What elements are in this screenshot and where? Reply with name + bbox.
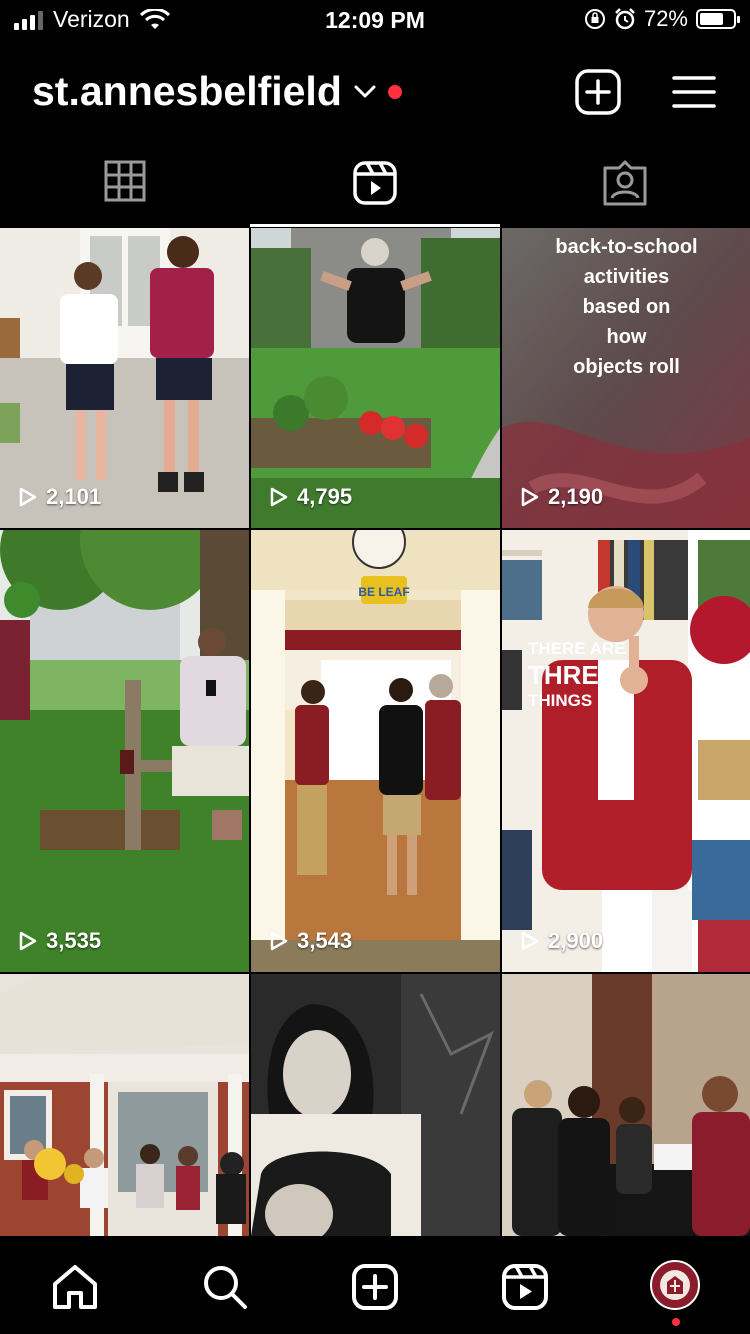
reel-tile[interactable]: back-to-school activities based on how o… [502, 228, 750, 528]
create-post-button[interactable] [574, 68, 622, 116]
reel-thumbnail [502, 974, 750, 1236]
status-right: 72% [584, 6, 740, 32]
reel-thumbnail [502, 530, 750, 972]
tab-grid[interactable] [0, 160, 250, 226]
sign-text: BE LEAF [358, 585, 409, 599]
reel-tile[interactable]: THERE ARE THREE THINGS FOR 2,900 [502, 530, 750, 972]
reels-tab-icon [353, 161, 397, 205]
reel-tile[interactable]: 2,101 [0, 228, 249, 528]
notification-dot [387, 84, 402, 99]
play-icon [270, 931, 288, 951]
account-switcher[interactable]: st.annesbelfield [32, 68, 402, 115]
reel-tile[interactable] [251, 974, 500, 1236]
search-icon[interactable] [200, 1262, 250, 1312]
profile-notification-dot [672, 1318, 680, 1326]
play-icon [19, 931, 37, 951]
chevron-down-icon [354, 85, 376, 97]
menu-button[interactable] [670, 68, 718, 116]
view-count: 4,795 [269, 484, 352, 510]
reel-thumbnail [0, 228, 249, 528]
tagged-icon [603, 160, 647, 206]
reels-grid: 2,101 4,795 back-to-school activities ba… [0, 228, 750, 1236]
create-icon[interactable] [350, 1262, 400, 1312]
reel-tile[interactable]: 3,535 [0, 530, 249, 972]
reel-caption-overlay: back-to-school activities based on how o… [555, 236, 698, 378]
school-logo-icon [660, 1270, 690, 1300]
reels-icon[interactable] [500, 1262, 550, 1312]
reel-tile[interactable] [502, 974, 750, 1236]
alarm-icon [615, 8, 635, 30]
battery-percent: 72% [643, 6, 688, 31]
reel-thumbnail [0, 530, 249, 972]
profile-tabs [0, 160, 750, 226]
play-icon [521, 487, 539, 507]
active-tab-indicator [250, 224, 500, 227]
view-count: 3,543 [269, 928, 352, 954]
bottom-nav [0, 1236, 750, 1334]
orientation-lock-icon [584, 9, 605, 29]
grid-icon [104, 160, 146, 202]
reel-tile[interactable] [0, 974, 249, 1236]
play-icon [521, 931, 539, 951]
reel-thumbnail: BE LEAF [251, 530, 500, 972]
reel-tile[interactable]: 4,795 [251, 228, 500, 528]
reel-tile[interactable]: BE LEAF 3,543 [251, 530, 500, 972]
reel-thumbnail [0, 974, 249, 1236]
home-icon[interactable] [50, 1262, 100, 1312]
view-count: 2,190 [520, 484, 603, 510]
view-count: 3,535 [18, 928, 101, 954]
reel-thumbnail [251, 228, 500, 528]
profile-avatar[interactable] [650, 1260, 700, 1310]
reel-caption-overlay: THERE ARE THREE THINGS FOR [528, 639, 633, 710]
tab-tagged[interactable] [500, 160, 750, 226]
username-label: st.annesbelfield [32, 68, 342, 114]
view-count: 2,900 [520, 928, 603, 954]
profile-header: st.annesbelfield [0, 58, 750, 128]
play-icon [270, 487, 288, 507]
battery-icon [696, 9, 740, 29]
play-icon [19, 487, 37, 507]
view-count: 2,101 [18, 484, 101, 510]
tab-reels[interactable] [250, 160, 500, 226]
reel-thumbnail [251, 974, 500, 1236]
status-bar: Verizon 12:09 PM 72% [0, 0, 750, 40]
